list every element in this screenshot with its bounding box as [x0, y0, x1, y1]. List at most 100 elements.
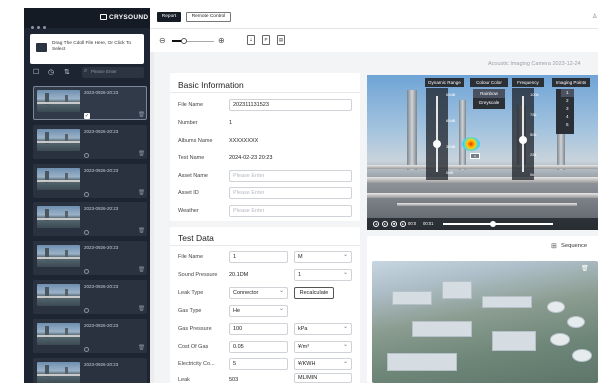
item-checkbox[interactable]: [84, 269, 89, 274]
delete-photo-icon[interactable]: 🗑: [581, 265, 589, 272]
test-data-divider: [170, 245, 360, 246]
basic-info-input[interactable]: Please Enter: [229, 187, 352, 199]
sound-pressure-select[interactable]: 1: [294, 268, 352, 281]
thermal-tab[interactable]: Frequency: [512, 78, 544, 87]
sequence-icon[interactable]: ⊞: [551, 242, 557, 250]
play-icon[interactable]: ▸: [382, 221, 388, 227]
thermal-tab[interactable]: Colour Color: [470, 78, 508, 87]
file-name-field[interactable]: 1: [229, 251, 288, 263]
basic-info-input[interactable]: Please Enter: [229, 205, 352, 217]
thermal-tab[interactable]: Imaging Points: [552, 78, 590, 87]
recalculate-button[interactable]: Recalculate: [294, 287, 334, 299]
gas-pressure-field[interactable]: 100: [229, 323, 288, 335]
stop-icon[interactable]: ■: [391, 221, 397, 227]
imaging-point-option[interactable]: 5: [561, 121, 574, 129]
report-button[interactable]: Report: [157, 12, 181, 22]
cost-of-gas-field[interactable]: 0.05: [229, 341, 288, 353]
thumbnail-pipe: [37, 374, 80, 376]
hotspot-marker: ●: [470, 153, 480, 159]
sort-icon[interactable]: ⇅: [64, 68, 70, 76]
file-drop-zone[interactable]: Drag The Cdoll File Here, Or Click To Se…: [30, 34, 144, 64]
imaging-point-option[interactable]: 1: [561, 89, 574, 97]
export-pdf-icon[interactable]: P: [262, 35, 270, 45]
colour-color-menu[interactable]: Rainbow Greyscale: [473, 89, 505, 109]
sidebar-topbar: CRYSOUND: [24, 8, 150, 29]
item-checkbox[interactable]: [84, 347, 89, 352]
file-list-item[interactable]: 2023-0926-20:23🗑: [33, 358, 147, 383]
trash-icon[interactable]: 🗑: [138, 151, 145, 157]
color-option-greyscale[interactable]: Greyscale: [473, 98, 505, 107]
file-name-unit-select[interactable]: M: [294, 250, 352, 263]
trash-icon[interactable]: 🗑: [138, 112, 145, 118]
file-list-item[interactable]: 2023-0926-20:23🗑: [33, 164, 147, 198]
search-box[interactable]: ⌕ Please Enter: [82, 67, 144, 78]
export-file-icon[interactable]: ⇣: [247, 35, 255, 45]
dynamic-range-knob[interactable]: [433, 140, 441, 148]
item-checkbox[interactable]: ✓: [84, 113, 90, 119]
imaging-point-option[interactable]: 3: [561, 105, 574, 113]
thermal-tab[interactable]: Dynamic Range: [425, 78, 464, 87]
file-list-item[interactable]: 2023-0926-20:23🗑: [33, 280, 147, 314]
electricity-cost-label: Electricity Co...: [178, 361, 215, 367]
remote-control-button[interactable]: Remote Control: [186, 12, 231, 22]
select-all-checkbox[interactable]: ☐: [33, 68, 39, 76]
imaging-point-option[interactable]: 2: [561, 97, 574, 105]
dynamic-range-slider[interactable]: [426, 88, 448, 180]
cost-of-gas-unit-select[interactable]: ¥/m³: [294, 340, 352, 353]
file-list-item[interactable]: 2023-0926-20:23🗑: [33, 125, 147, 159]
trash-icon[interactable]: 🗑: [138, 267, 145, 273]
frequency-knob[interactable]: [519, 136, 527, 144]
search-input[interactable]: Please Enter: [91, 69, 117, 74]
file-list-item[interactable]: 2023-0926-20:23 ✓ 🗑: [33, 86, 147, 120]
photo-tank: [567, 316, 585, 328]
playback-track[interactable]: [443, 223, 553, 225]
item-checkbox[interactable]: [84, 153, 89, 158]
zoom-slider-knob[interactable]: [181, 38, 187, 44]
file-thumbnail: [37, 323, 80, 345]
user-icon[interactable]: ♙: [592, 13, 597, 20]
imaging-points-menu[interactable]: 12345: [556, 89, 574, 134]
trash-icon[interactable]: 🗑: [138, 228, 145, 234]
sequence-label[interactable]: Sequence: [561, 243, 587, 249]
leak-unit-field[interactable]: ML/MIN: [294, 373, 352, 383]
gas-type-select[interactable]: He: [229, 304, 288, 317]
brand-name: CRYSOUND: [109, 14, 149, 21]
thumbnail-pipe: [37, 335, 80, 337]
frequency-track[interactable]: [522, 96, 524, 172]
file-list-item[interactable]: 2023-0926-20:23🗑: [33, 202, 147, 236]
trash-icon[interactable]: 🗑: [138, 345, 145, 351]
basic-info-input[interactable]: Please Enter: [229, 170, 352, 182]
previous-icon[interactable]: ◂: [373, 221, 379, 227]
basic-info-input[interactable]: 202311131523: [229, 99, 352, 111]
file-date: 2023-0926-20:23: [84, 245, 119, 250]
site-photo[interactable]: [372, 261, 598, 383]
thumbnail-pipe: [37, 141, 80, 143]
zoom-in-icon[interactable]: ⊕: [218, 36, 225, 45]
frequency-tick: 100k: [530, 92, 539, 97]
sound-pressure-value: 20.1DM: [229, 272, 249, 278]
dynamic-range-track[interactable]: [436, 96, 438, 172]
electricity-cost-field[interactable]: 5: [229, 358, 288, 370]
image-stack: [459, 100, 466, 170]
photo-tank: [550, 333, 570, 346]
clock-icon[interactable]: ◷: [48, 68, 54, 76]
next-icon[interactable]: ▸: [400, 221, 406, 227]
zoom-out-icon[interactable]: ⊖: [159, 36, 166, 45]
imaging-point-option[interactable]: 4: [561, 113, 574, 121]
leak-type-select[interactable]: Connector: [229, 286, 288, 299]
color-option-rainbow[interactable]: Rainbow: [473, 89, 505, 98]
leak-type-label: Leak Type: [178, 290, 204, 296]
photo-tank: [547, 301, 565, 313]
item-checkbox[interactable]: [84, 308, 89, 313]
item-checkbox[interactable]: [84, 230, 89, 235]
gas-pressure-unit-select[interactable]: kPa: [294, 322, 352, 335]
electricity-cost-unit-select[interactable]: ¥/KWH: [294, 357, 352, 370]
playback-knob[interactable]: [490, 221, 496, 227]
export-image-icon[interactable]: ▤: [277, 35, 285, 45]
file-list-item[interactable]: 2023-0926-20:23🗑: [33, 319, 147, 353]
trash-icon[interactable]: 🗑: [138, 190, 145, 196]
item-checkbox[interactable]: [84, 192, 89, 197]
trash-icon[interactable]: 🗑: [138, 306, 145, 312]
gas-pressure-label: Gas Pressure: [178, 326, 212, 332]
file-list-item[interactable]: 2023-0926-20:23 🗑: [33, 241, 147, 275]
